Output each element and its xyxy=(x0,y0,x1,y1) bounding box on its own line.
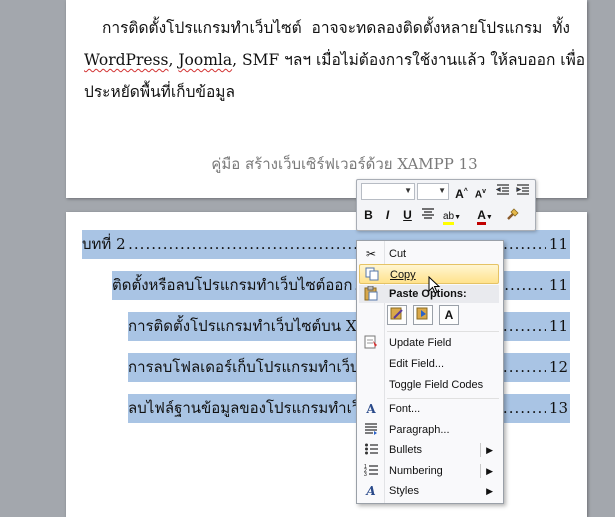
toc-entry-page: 11 xyxy=(546,230,568,259)
menu-item-label: Paragraph... xyxy=(389,424,450,436)
menu-item-label: Toggle Field Codes xyxy=(389,379,484,391)
menu-item-label: Bullets xyxy=(389,444,423,456)
clipboard-icon xyxy=(364,285,378,307)
font-color-icon: A xyxy=(477,208,486,225)
spelling-flagged-word: WordPress xyxy=(84,51,169,69)
paste-text-only-button[interactable]: A xyxy=(439,305,459,325)
chevron-down-icon: ▼ xyxy=(454,214,462,221)
document-page-top[interactable]: การติดตั้งโปรแกรมทำเว็บไซต์ อาจจะทดลองติ… xyxy=(66,0,587,198)
font-name-combo[interactable]: ▼ xyxy=(361,183,415,200)
italic-button[interactable]: I xyxy=(379,206,396,224)
menu-item-label: Edit Field... xyxy=(389,358,445,370)
toc-entry-page: 12 xyxy=(546,353,568,382)
paste-keep-formatting-button[interactable] xyxy=(387,305,407,325)
paragraph-line-2: WordPress, Joomla, SMF ฯลฯ เมื่อไม่ต้องก… xyxy=(84,51,586,69)
svg-text:3: 3 xyxy=(364,472,367,477)
menu-item-label: Numbering xyxy=(389,465,443,477)
increase-indent-button[interactable] xyxy=(514,183,531,201)
menu-separator xyxy=(480,464,481,478)
chevron-right-icon: ▶ xyxy=(486,486,493,496)
text-segment: การติดตั้งโปรแกรมทำเว็บไซต์ xyxy=(102,19,302,37)
menu-item-numbering[interactable]: 123 Numbering ▶ xyxy=(359,461,499,481)
chevron-right-icon: ▶ xyxy=(486,445,493,455)
menu-item-label: Copy xyxy=(390,269,416,281)
mini-toolbar: ▼ ▼ A^ Av B I U ab▼ A▼ xyxy=(356,179,536,231)
decrease-indent-icon xyxy=(495,184,509,195)
mouse-cursor-icon xyxy=(428,276,441,294)
toc-entry-page: 11 xyxy=(546,312,568,341)
body-paragraph[interactable]: การติดตั้งโปรแกรมทำเว็บไซต์ อาจจะทดลองติ… xyxy=(84,12,586,108)
highlight-button[interactable]: ab▼ xyxy=(439,206,465,225)
menu-item-font[interactable]: A Font... xyxy=(359,399,499,419)
paragraph-line-3: ประหยัดพื้นที่เก็บข้อมูล xyxy=(84,83,236,101)
menu-separator xyxy=(480,443,481,457)
menu-item-label: Cut xyxy=(389,248,407,260)
font-size-combo[interactable]: ▼ xyxy=(417,183,449,200)
paste-merge-formatting-icon xyxy=(416,307,428,320)
menu-item-toggle-field-codes[interactable]: Toggle Field Codes xyxy=(359,375,499,395)
menu-item-label: Font... xyxy=(389,403,421,415)
text-segment: ทั้ง xyxy=(552,19,570,37)
menu-item-styles[interactable]: A Styles ▶ xyxy=(359,481,499,501)
bold-button[interactable]: B xyxy=(360,206,377,224)
menu-item-paragraph[interactable]: Paragraph... xyxy=(359,420,499,440)
toc-entry-page: 13 xyxy=(546,394,568,423)
paste-keep-formatting-icon xyxy=(390,307,403,320)
grow-font-button[interactable]: A^ xyxy=(453,183,470,201)
toc-entry-title: บทที่ 2 xyxy=(82,230,128,259)
bullets-icon xyxy=(363,442,379,458)
numbering-icon: 123 xyxy=(363,463,379,479)
font-color-button[interactable]: A▼ xyxy=(473,206,497,225)
menu-item-bullets[interactable]: Bullets ▶ xyxy=(359,440,499,460)
menu-item-cut[interactable]: ✂ Cut xyxy=(359,244,499,264)
increase-indent-icon xyxy=(515,184,529,195)
menu-item-edit-field[interactable]: Edit Field... xyxy=(359,354,499,374)
grow-font-icon: A xyxy=(455,187,464,201)
align-center-icon xyxy=(421,208,434,219)
paste-text-only-icon: A xyxy=(444,308,454,322)
paste-merge-formatting-button[interactable] xyxy=(413,305,433,325)
menu-item-label: Update Field xyxy=(389,337,452,349)
center-align-button[interactable] xyxy=(419,206,436,224)
menu-item-label: Styles xyxy=(389,485,419,497)
text-segment: อาจจะทดลองติดตั้งหลายโปรแกรม xyxy=(311,19,543,37)
page-footer: คู่มือ สร้างเว็บเซิร์ฟเวอร์ด้วย XAMPP 13 xyxy=(211,155,478,173)
chevron-down-icon: ▼ xyxy=(485,214,493,221)
menu-separator xyxy=(387,331,499,332)
paragraph-icon xyxy=(363,422,379,438)
update-field-icon xyxy=(363,335,379,351)
toc-entry-page: 11 xyxy=(546,271,568,300)
styles-icon: A xyxy=(366,484,376,498)
shrink-font-button[interactable]: Av xyxy=(472,183,489,201)
highlight-icon: ab xyxy=(442,211,455,225)
chevron-down-icon: ▼ xyxy=(438,186,446,195)
spelling-flagged-word: Joomla xyxy=(178,51,233,69)
decrease-indent-button[interactable] xyxy=(494,183,511,201)
copy-icon xyxy=(364,267,380,283)
chevron-down-icon: ▼ xyxy=(404,186,412,195)
font-icon: A xyxy=(366,402,376,416)
scissors-icon: ✂ xyxy=(365,247,377,261)
toc-entry-title: การลบโฟลเดอร์เก็บโปรแกรมทำเว็บไซต์ xyxy=(128,353,389,382)
format-painter-button[interactable] xyxy=(504,206,521,224)
menu-item-update-field[interactable]: Update Field xyxy=(359,333,499,353)
underline-button[interactable]: U xyxy=(399,206,416,224)
format-painter-icon xyxy=(506,208,519,220)
toc-entry-title: ติดตั้งหรือลบโปรแกรมทำเว็บไซต์ออก xyxy=(112,271,355,300)
chevron-right-icon: ▶ xyxy=(486,466,493,476)
paragraph-line-1: การติดตั้งโปรแกรมทำเว็บไซต์ อาจจะทดลองติ… xyxy=(84,12,570,44)
